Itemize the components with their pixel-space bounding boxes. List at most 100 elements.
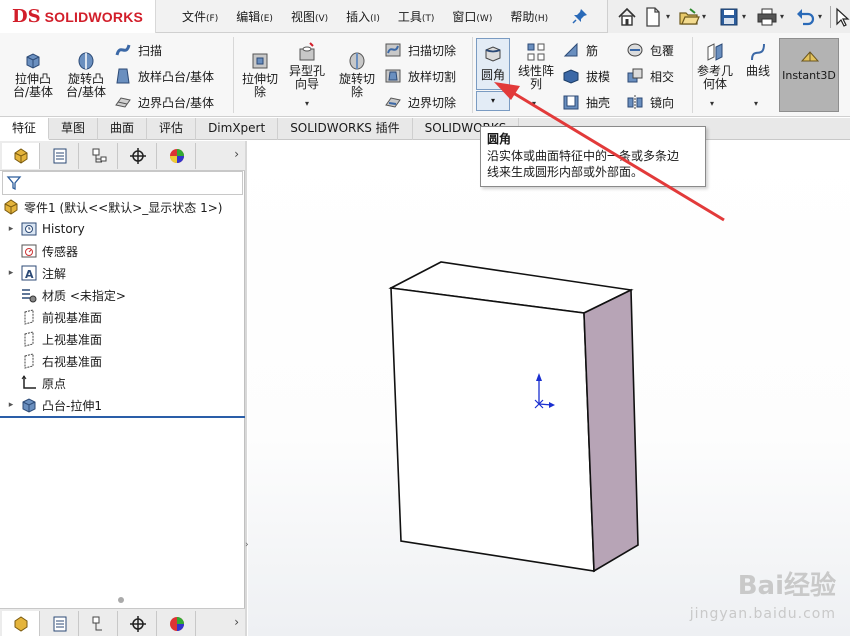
tree-item-boss-extrude[interactable]: ▸ 凸台-拉伸1 xyxy=(6,395,102,415)
shell-button[interactable]: 抽壳 xyxy=(562,91,610,113)
loft-cut-button[interactable]: 放样切割 xyxy=(384,65,456,87)
extrude-boss-button[interactable]: 拉伸凸台/基体 xyxy=(8,49,58,99)
open-folder-icon[interactable] xyxy=(678,6,700,28)
dimxpert-manager-tab-bottom[interactable] xyxy=(119,611,157,636)
loft-boss-button[interactable]: 放样凸台/基体 xyxy=(114,65,214,87)
draft-icon xyxy=(563,69,579,84)
print-dropdown-icon[interactable]: ▾ xyxy=(780,13,788,21)
tree-item-sensors[interactable]: 传感器 xyxy=(6,241,78,261)
tree-filter-bar[interactable] xyxy=(2,171,243,195)
intersect-button[interactable]: 相交 xyxy=(626,65,674,87)
tooltip-title: 圆角 xyxy=(487,132,512,146)
chevron-right-icon[interactable]: › xyxy=(234,615,239,629)
solidworks-logo[interactable]: DS SOLIDWORKS xyxy=(0,0,156,33)
save-dropdown-icon[interactable]: ▾ xyxy=(742,13,750,21)
boundary-boss-icon xyxy=(115,97,131,108)
revolve-cut-button[interactable]: 旋转切除 xyxy=(334,49,380,99)
menu-edit[interactable]: 编辑(E) xyxy=(236,8,273,25)
sweep-button[interactable]: 扫描 xyxy=(114,39,162,61)
instant3d-button[interactable]: Instant3D xyxy=(779,38,839,112)
plane-icon xyxy=(24,353,34,369)
extrude-boss-icon xyxy=(26,53,40,69)
open-dropdown-icon[interactable]: ▾ xyxy=(702,13,710,21)
select-cursor-icon[interactable] xyxy=(830,6,850,28)
configuration-manager-tab-bottom[interactable] xyxy=(80,611,118,636)
fillet-button[interactable]: 圆角 xyxy=(476,38,510,90)
linear-pattern-button[interactable]: 线性阵列 xyxy=(514,41,558,91)
boundary-cut-button[interactable]: 边界切除 xyxy=(384,91,456,113)
curves-dropdown[interactable]: ▾ xyxy=(754,99,758,108)
menu-view[interactable]: 视图(V) xyxy=(291,8,328,25)
hole-wizard-dropdown[interactable]: ▾ xyxy=(305,99,309,108)
menu-tools[interactable]: 工具(T) xyxy=(398,8,435,25)
reference-geometry-button[interactable]: 参考几何体 xyxy=(696,41,734,91)
hole-wizard-button[interactable]: 异型孔向导 xyxy=(285,41,329,91)
feature-manager-tab[interactable] xyxy=(2,143,40,169)
curves-button[interactable]: 曲线 xyxy=(740,41,776,78)
expand-arrow-icon[interactable]: ▸ xyxy=(6,224,16,234)
ribbon-separator xyxy=(692,37,693,113)
menu-insert[interactable]: 插入(I) xyxy=(346,8,380,25)
reference-geometry-icon xyxy=(707,43,723,61)
wrap-button[interactable]: 包覆 xyxy=(626,39,674,61)
material-icon xyxy=(22,289,37,303)
property-manager-tab[interactable] xyxy=(41,143,79,169)
tree-item-history[interactable]: ▸ History xyxy=(6,219,85,239)
tab-sketch[interactable]: 草图 xyxy=(49,118,99,140)
display-manager-tab[interactable] xyxy=(158,143,196,169)
panel-splitter[interactable] xyxy=(245,141,247,636)
reference-geometry-dropdown[interactable]: ▾ xyxy=(710,99,714,108)
feature-tree-icon xyxy=(14,148,27,164)
draft-button[interactable]: 拔模 xyxy=(562,65,610,87)
tree-item-front-plane[interactable]: 前视基准面 xyxy=(6,307,102,327)
tree-item-top-plane[interactable]: 上视基准面 xyxy=(6,329,102,349)
menu-help[interactable]: 帮助(H) xyxy=(510,8,548,25)
feature-tree-icon xyxy=(14,616,27,632)
sweep-cut-button[interactable]: 扫描切除 xyxy=(384,39,456,61)
save-icon[interactable] xyxy=(718,6,740,28)
extrude-cut-button[interactable]: 拉伸切除 xyxy=(238,49,282,99)
new-dropdown-icon[interactable]: ▾ xyxy=(666,13,674,21)
tab-evaluate[interactable]: 评估 xyxy=(147,118,197,140)
undo-icon[interactable] xyxy=(794,6,816,28)
plane-icon xyxy=(24,309,34,325)
tree-root-part[interactable]: 零件1 (默认<<默认>_显示状态 1>) xyxy=(2,197,222,217)
menu-window[interactable]: 窗口(W) xyxy=(452,8,492,25)
display-manager-tab-bottom[interactable] xyxy=(158,611,196,636)
dimxpert-manager-tab[interactable] xyxy=(119,143,157,169)
graphics-area[interactable]: Bai经验 jingyan.baidu.com xyxy=(248,141,850,636)
configuration-manager-tab[interactable] xyxy=(80,143,118,169)
pin-icon[interactable] xyxy=(572,8,588,24)
fillet-dropdown[interactable]: ▾ xyxy=(476,91,510,111)
tab-solidworks-addins[interactable]: SOLIDWORKS 插件 xyxy=(278,118,413,140)
feature-manager-tab-bottom[interactable] xyxy=(2,611,40,636)
expand-arrow-icon[interactable]: ▸ xyxy=(6,400,16,410)
revolve-boss-button[interactable]: 旋转凸台/基体 xyxy=(62,49,110,99)
menu-file[interactable]: 文件(F) xyxy=(182,8,218,25)
tree-item-right-plane[interactable]: 右视基准面 xyxy=(6,351,102,371)
property-list-icon xyxy=(53,616,66,632)
undo-dropdown-icon[interactable]: ▾ xyxy=(818,13,826,21)
linear-pattern-dropdown[interactable]: ▾ xyxy=(532,99,536,108)
tree-item-origin[interactable]: 原点 xyxy=(6,373,66,393)
tree-rollback-bar[interactable] xyxy=(0,416,245,418)
fillet-icon xyxy=(485,46,501,62)
tab-features[interactable]: 特征 xyxy=(0,118,50,140)
rib-button[interactable]: 筋 xyxy=(562,39,598,61)
boundary-boss-button[interactable]: 边界凸台/基体 xyxy=(114,91,214,113)
print-icon[interactable] xyxy=(756,6,778,28)
expand-arrow-icon[interactable]: ▸ xyxy=(6,268,16,278)
box-front-face[interactable] xyxy=(390,287,595,572)
new-document-icon[interactable] xyxy=(642,6,664,28)
tree-item-material[interactable]: 材质 <未指定> xyxy=(6,285,126,305)
property-manager-tab-bottom[interactable] xyxy=(41,611,79,636)
mirror-button[interactable]: 镜向 xyxy=(626,91,674,113)
tree-item-annotations[interactable]: ▸ A 注解 xyxy=(6,263,66,283)
panel-resize-handle[interactable] xyxy=(118,597,124,603)
tab-surfaces[interactable]: 曲面 xyxy=(98,118,148,140)
box-side-face[interactable] xyxy=(583,288,639,573)
home-icon[interactable] xyxy=(616,6,638,28)
chevron-right-icon[interactable]: › xyxy=(234,147,239,161)
tab-dimxpert[interactable]: DimXpert xyxy=(196,118,279,140)
command-tabs: 特征 草图 曲面 评估 DimXpert SOLIDWORKS 插件 SOLID… xyxy=(0,118,850,140)
